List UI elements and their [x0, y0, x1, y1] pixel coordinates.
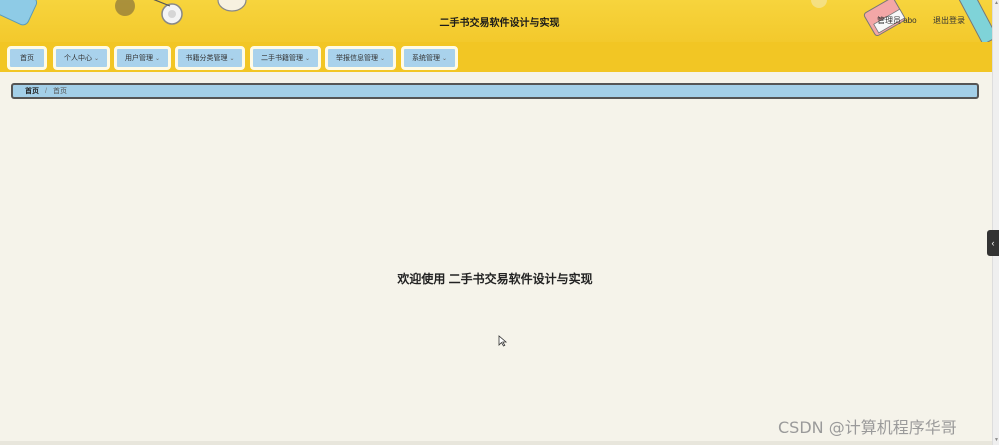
chevron-down-icon: ⌄	[154, 55, 161, 62]
nav-item-user-management[interactable]: 用户管理 ⌄	[114, 46, 171, 70]
nav-item-book-category-management[interactable]: 书籍分类管理 ⌄	[175, 46, 245, 70]
app-title: 二手书交易软件设计与实现	[439, 18, 560, 29]
nav-item-label: 个人中心	[63, 55, 92, 62]
breadcrumb-separator: /	[45, 87, 47, 95]
nav-item-used-book-management[interactable]: 二手书籍管理 ⌄	[250, 46, 321, 70]
chevron-down-icon: ⌄	[229, 55, 235, 62]
nav-item-label: 举报信息管理	[335, 55, 378, 62]
nav-item-system-management[interactable]: 系统管理 ⌄	[401, 46, 458, 70]
nav-item-label: 书籍分类管理	[185, 55, 228, 62]
mouse-cursor-icon	[498, 335, 508, 347]
chevron-down-icon: ⌄	[441, 55, 448, 62]
nav-item-label: 系统管理	[411, 55, 440, 62]
chevron-left-icon: ‹	[991, 238, 995, 248]
chevron-down-icon: ⌄	[93, 55, 100, 62]
page-scrollbar[interactable]: ▲ ▼	[992, 0, 999, 445]
admin-username: 管理员 abo	[877, 16, 917, 25]
scroll-up-icon[interactable]: ▲	[993, 0, 999, 8]
main-nav: 首页 个人中心 ⌄ 用户管理 ⌄ 书籍分类管理 ⌄ 二手书籍管理 ⌄ 举报信息管…	[0, 42, 999, 72]
nav-item-personal-center[interactable]: 个人中心 ⌄	[53, 46, 110, 70]
welcome-message: 欢迎使用 二手书交易软件设计与实现	[397, 272, 593, 286]
page-bottom-border	[0, 441, 992, 445]
breadcrumb: 首页 / 首页	[11, 83, 979, 99]
side-panel-toggle[interactable]: ‹	[987, 230, 999, 256]
logout-link[interactable]: 退出登录	[933, 15, 965, 26]
scroll-down-icon[interactable]: ▼	[993, 437, 999, 445]
header-bar: 二手书交易软件设计与实现 管理员 abo 退出登录	[0, 0, 999, 42]
breadcrumb-current: 首页	[52, 88, 67, 95]
breadcrumb-home-link[interactable]: 首页	[25, 86, 39, 96]
chevron-down-icon: ⌄	[379, 55, 386, 62]
nav-item-report-management[interactable]: 举报信息管理 ⌄	[325, 46, 396, 70]
watermark-text: CSDN @计算机程序华哥	[778, 418, 957, 437]
nav-item-home[interactable]: 首页	[7, 46, 47, 70]
nav-item-label: 首页	[20, 55, 34, 62]
nav-item-label: 二手书籍管理	[260, 55, 303, 62]
chevron-down-icon: ⌄	[304, 55, 311, 62]
nav-item-label: 用户管理	[124, 55, 153, 62]
